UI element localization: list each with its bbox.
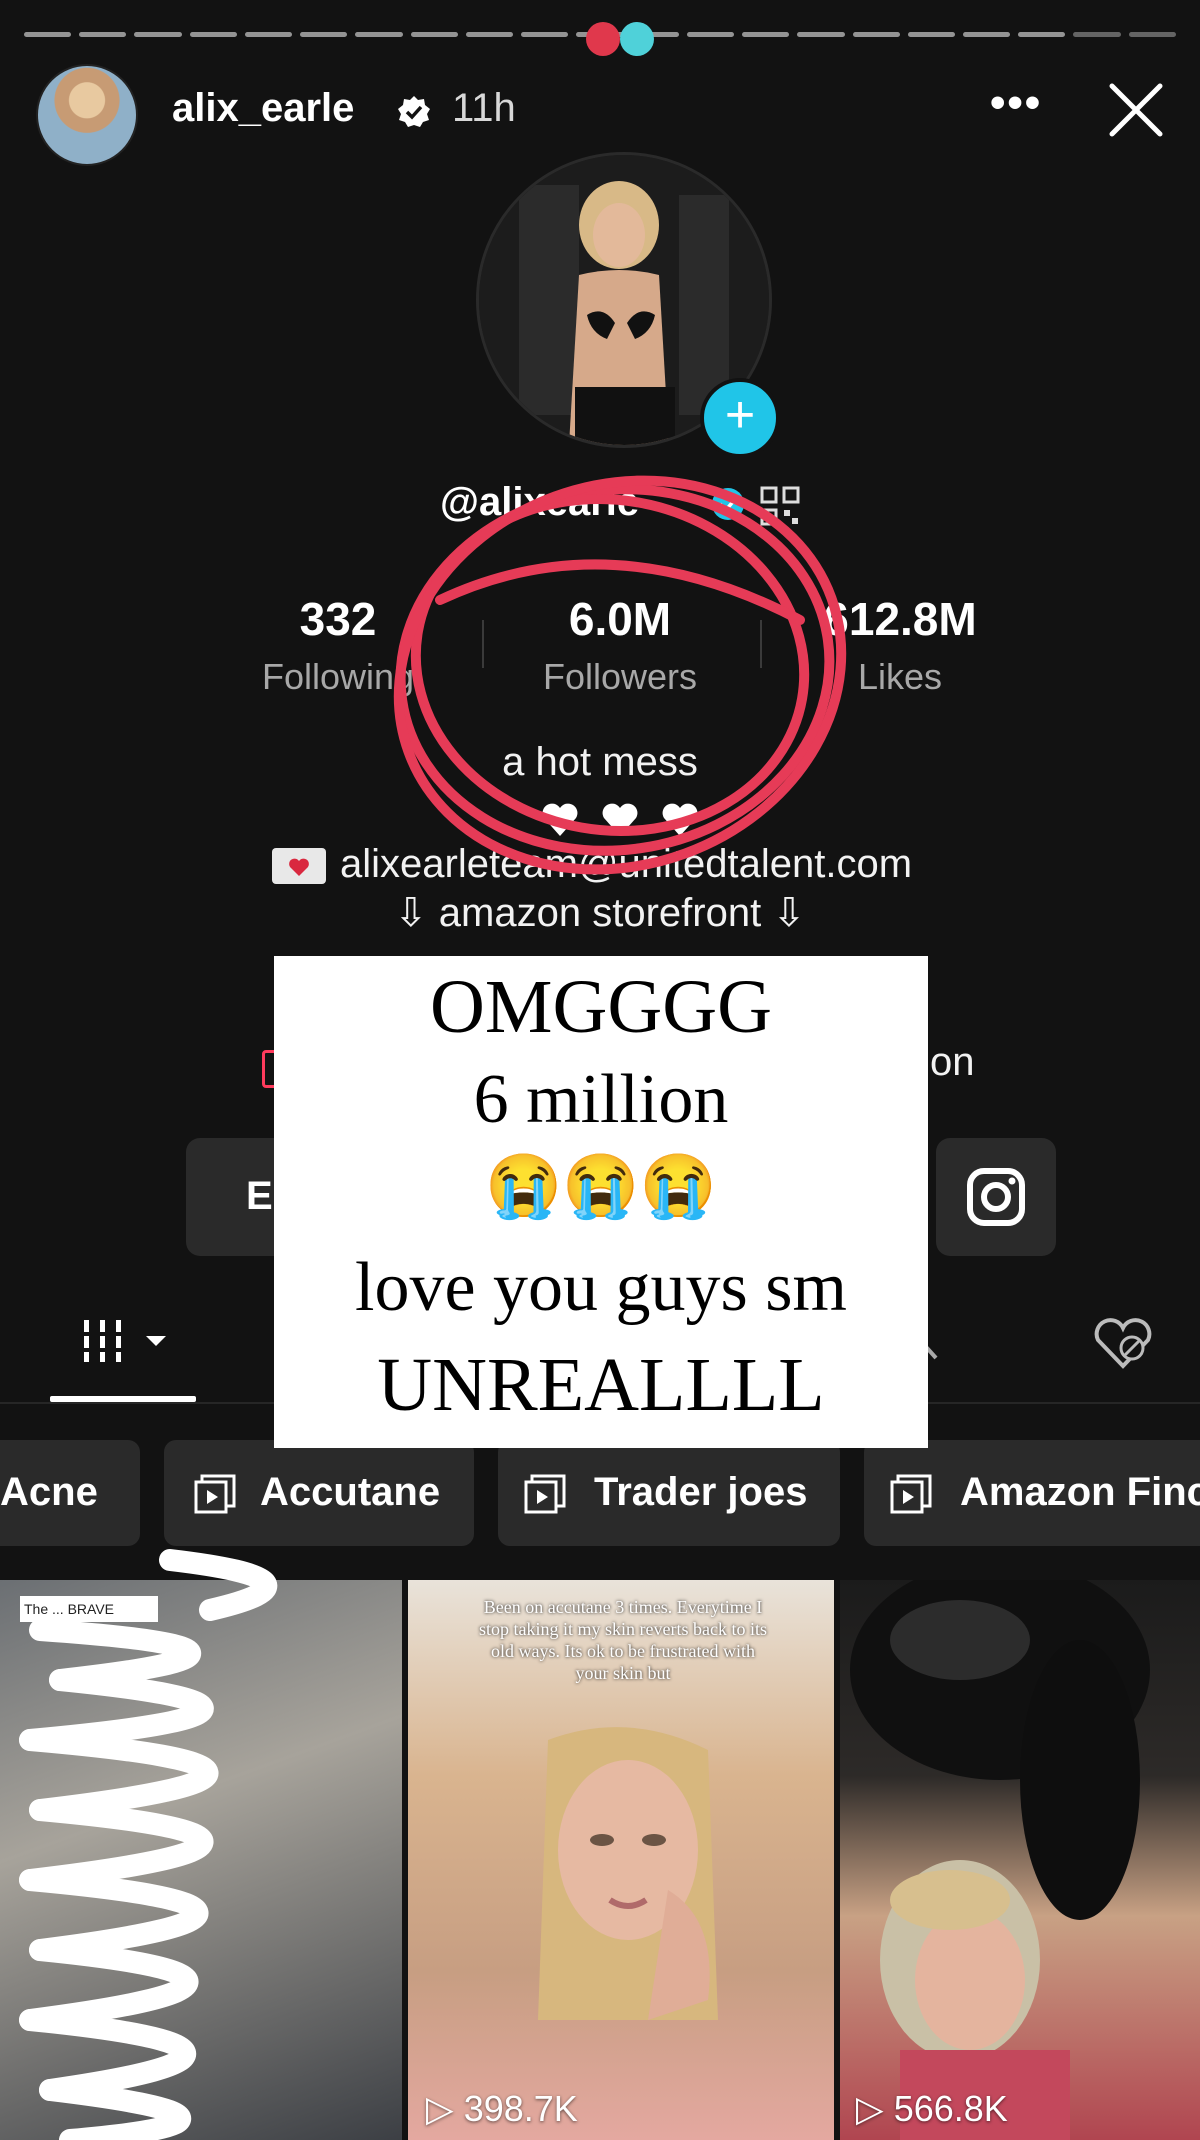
view-count-value: 398.7K xyxy=(463,2088,578,2129)
red-circle-annotation xyxy=(393,475,847,875)
playlist-chip-trader-joes[interactable]: Trader joes xyxy=(498,1440,840,1546)
story-progress-segment xyxy=(797,32,845,37)
sticker-line: 6 million xyxy=(473,1061,729,1138)
playlist-icon xyxy=(524,1474,566,1514)
story-progress-segment xyxy=(244,32,293,37)
playlist-chip-accutane[interactable]: Accutane xyxy=(164,1440,474,1546)
playlist-chip-amazon[interactable]: Amazon Finc xyxy=(864,1440,1200,1546)
video-scene xyxy=(850,1580,1150,2140)
story-progress-segment xyxy=(189,32,237,37)
story-progress-segment xyxy=(1128,32,1176,37)
story-progress-segment xyxy=(1073,32,1121,37)
video-thumbnail[interactable]: ▷ 566.8K xyxy=(840,1580,1200,2140)
story-progress-segment xyxy=(852,32,900,37)
sticker-line: UNREALLLL xyxy=(377,1343,825,1427)
story-progress-segment xyxy=(410,32,458,37)
white-scribble-annotation xyxy=(19,1549,277,2140)
playlist-label: Amazon Finc xyxy=(960,1470,1200,1514)
story-position-dots xyxy=(586,22,656,58)
story-progress-segment xyxy=(742,32,790,37)
playlist-icon xyxy=(890,1474,932,1514)
story-progress-segment xyxy=(79,32,127,37)
close-icon[interactable] xyxy=(1104,78,1168,142)
video-caption: Been on accutane 3 times. Everytime I st… xyxy=(479,1597,767,1683)
instagram-icon xyxy=(967,1168,1025,1226)
story-progress-segment xyxy=(962,32,1011,37)
story-progress-segment xyxy=(465,32,514,37)
instagram-button[interactable] xyxy=(936,1138,1056,1256)
view-count-value: 566.8K xyxy=(893,2088,1008,2129)
story-dot-red xyxy=(586,22,620,56)
story-dot-cyan xyxy=(620,22,654,56)
story-progress-segment xyxy=(686,32,735,37)
grid-icon[interactable] xyxy=(80,1318,180,1364)
story-progress-segment xyxy=(355,32,403,37)
video-view-count: ▷ 398.7K xyxy=(426,2088,578,2129)
sticker-line: love you guys sm xyxy=(355,1249,847,1326)
playlist-icon xyxy=(194,1474,236,1514)
video-view-count: ▷ 566.8K xyxy=(856,2088,1008,2129)
story-time-ago: 11h xyxy=(452,86,516,130)
story-progress-segment xyxy=(134,32,182,37)
follow-add-button[interactable]: + xyxy=(700,378,780,458)
story-author-avatar[interactable] xyxy=(36,64,138,166)
story-progress-segment xyxy=(521,32,569,37)
edit-profile-label: E xyxy=(246,1174,273,1218)
sticker-line: OMGGGG xyxy=(430,965,772,1049)
story-username[interactable]: alix_earle xyxy=(172,86,354,131)
story-progress-segment xyxy=(907,32,955,37)
sticker-emoji-line: 😭😭😭 xyxy=(485,1153,717,1221)
story-progress-segment xyxy=(1018,32,1066,37)
playlist-label: Accutane xyxy=(260,1470,441,1514)
more-options-icon[interactable]: ••• xyxy=(990,78,1042,128)
love-letter-icon xyxy=(272,848,326,884)
video-thumbnail[interactable]: Been on accutane 3 times. Everytime I st… xyxy=(408,1580,834,2140)
storefront-link[interactable]: ⇩ amazon storefront ⇩ xyxy=(0,890,1200,936)
story-progress-segment xyxy=(24,32,72,37)
liked-hidden-icon[interactable] xyxy=(1092,1318,1154,1370)
dropdown-caret-icon xyxy=(146,1336,166,1346)
text-sticker: OMGGGG 6 million 😭😭😭 love you guys sm UN… xyxy=(274,956,928,1448)
verified-badge-icon xyxy=(398,96,430,127)
playlist-label: Trader joes xyxy=(594,1470,808,1514)
bio-link-fragment[interactable]: on xyxy=(930,1040,975,1085)
playlist-label: Acne xyxy=(0,1470,98,1514)
face-illustration xyxy=(538,1727,718,2020)
playlist-chip-acne[interactable]: Acne xyxy=(0,1440,140,1546)
story-progress-segment xyxy=(300,32,348,37)
